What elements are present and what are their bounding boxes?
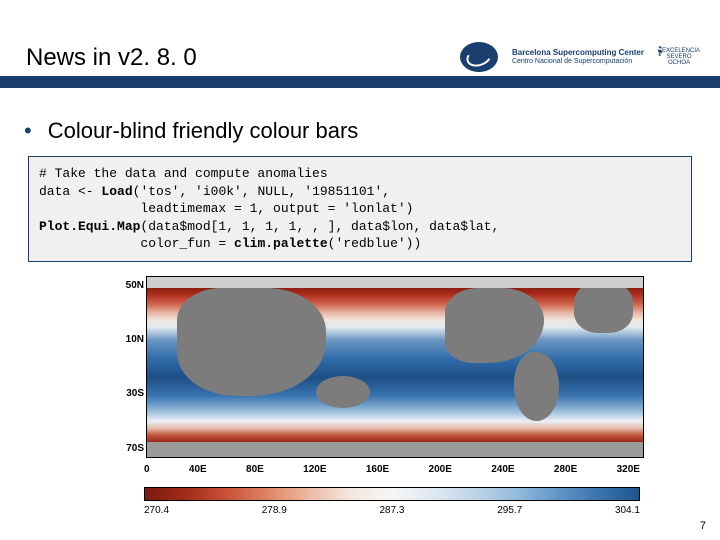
cb-tick: 278.9 <box>262 505 287 516</box>
page-title: News in v2. 8. 0 <box>26 44 197 76</box>
y-tick: 10N <box>114 334 144 345</box>
cb-tick: 304.1 <box>615 505 640 516</box>
x-tick: 160E <box>366 464 389 475</box>
y-axis: 50N 10N 30S 70S <box>114 276 146 458</box>
excellence-logo: EXCELENCIA SEVERO OCHOA <box>658 48 700 66</box>
page-number: 7 <box>700 520 706 532</box>
bullet-text: Colour-blind friendly colour bars <box>48 118 359 144</box>
y-tick: 30S <box>114 388 144 399</box>
cb-tick: 270.4 <box>144 505 169 516</box>
y-tick: 70S <box>114 443 144 454</box>
australia <box>316 376 371 408</box>
logo-group: Barcelona Supercomputing CenterCentro Na… <box>460 42 700 76</box>
cb-tick: 295.7 <box>497 505 522 516</box>
header-divider <box>0 76 720 88</box>
x-tick: 320E <box>617 464 640 475</box>
x-tick: 120E <box>303 464 326 475</box>
antarctica <box>147 442 643 456</box>
y-tick: 50N <box>114 280 144 291</box>
x-tick: 80E <box>246 464 264 475</box>
africa-eurasia <box>177 288 326 396</box>
colorbar: 270.4 278.9 287.3 295.7 304.1 <box>144 487 640 516</box>
x-tick: 40E <box>189 464 207 475</box>
map-plot-area <box>146 276 644 458</box>
x-tick: 200E <box>429 464 452 475</box>
map-figure: 50N 10N 30S 70S 0 40E 80E 120E 16 <box>114 276 654 516</box>
cb-tick: 287.3 <box>379 505 404 516</box>
x-tick: 0 <box>144 464 150 475</box>
arctic-cap <box>147 277 643 288</box>
south-america <box>514 352 559 420</box>
colorbar-ticks: 270.4 278.9 287.3 295.7 304.1 <box>144 501 640 516</box>
x-tick: 280E <box>554 464 577 475</box>
x-tick: 240E <box>491 464 514 475</box>
bsc-logo-icon <box>460 42 498 72</box>
bullet-item: • Colour-blind friendly colour bars <box>24 118 696 144</box>
greenland-europe <box>574 282 634 332</box>
code-block: # Take the data and compute anomalies da… <box>28 156 692 262</box>
bsc-logo-text: Barcelona Supercomputing CenterCentro Na… <box>512 49 644 65</box>
x-axis: 0 40E 80E 120E 160E 200E 240E 280E 320E <box>144 458 640 475</box>
colorbar-bar <box>144 487 640 501</box>
bullet-icon: • <box>24 118 32 144</box>
